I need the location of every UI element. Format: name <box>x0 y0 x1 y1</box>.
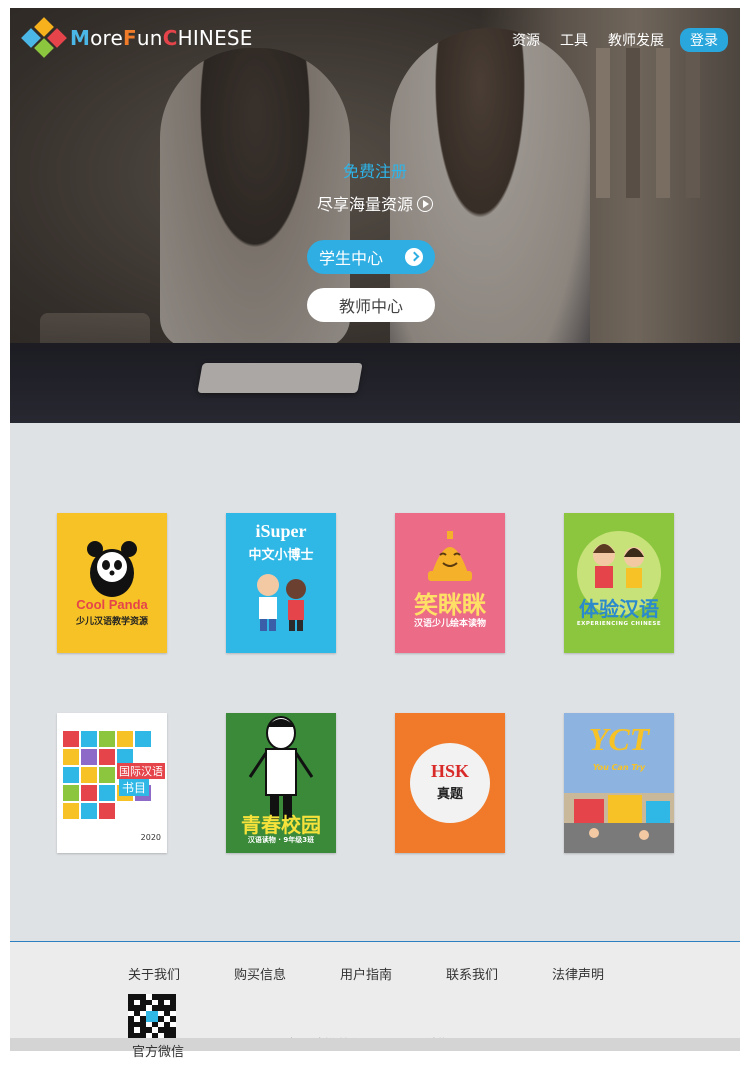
book-cool-panda[interactable]: Cool Panda 少儿汉语教学资源 <box>57 513 167 653</box>
book-isuper[interactable]: iSuper 中文小博士 <box>226 513 336 653</box>
footer-link-guide[interactable]: 用户指南 <box>340 964 392 983</box>
book-subtitle: You Can Try <box>592 763 646 772</box>
play-icon <box>417 196 433 212</box>
kids-illustration-icon <box>577 531 661 615</box>
book-title: 青春校园 <box>241 813 321 837</box>
nav-tools[interactable]: 工具 <box>560 30 588 50</box>
enjoy-resources-label: 尽享海量资源 <box>316 195 413 214</box>
book-subtitle: 真题 <box>436 787 463 802</box>
logo-icon <box>21 17 67 58</box>
panda-icon <box>87 541 137 597</box>
book-xiaomimi[interactable]: 笑眯眯 汉语少儿绘本读物 <box>395 513 505 653</box>
footer: 关于我们 购买信息 用户指南 联系我们 法律声明 本网站推荐使用IE8以上浏览器 <box>10 941 740 1053</box>
nav-teacher-development[interactable]: 教师发展 <box>608 30 664 50</box>
footer-link-legal[interactable]: 法律声明 <box>552 964 604 983</box>
color-blocks-icon <box>63 731 151 819</box>
book-title: 体验汉语 <box>579 597 659 621</box>
nav-resources[interactable]: 资源 <box>512 30 540 50</box>
book-catalog-2020[interactable]: 国际汉语 书目 2020 <box>57 713 167 853</box>
student-center-label: 学生中心 <box>318 249 383 268</box>
book-subtitle: 少儿汉语教学资源 <box>75 617 148 627</box>
book-subtitle: 汉语读物 · 9年级3班 <box>247 836 315 844</box>
wechat-label: 官方微信 <box>132 1045 185 1060</box>
book-title: 国际汉语 <box>117 763 165 779</box>
book-grid: Cool Panda 少儿汉语教学资源 iSuper 中文小博士 笑眯眯 汉语少… <box>10 423 740 941</box>
book-hsk[interactable]: HSK 真题 <box>395 713 505 853</box>
site-logo[interactable]: MoreFunCHINESE <box>21 17 253 58</box>
book-youth-campus[interactable]: 青春校园 汉语读物 · 9年级3班 <box>226 713 336 853</box>
footer-bottom-strip <box>10 1038 740 1051</box>
kids-illustration-icon <box>257 574 306 631</box>
book-subtitle: EXPERIENCING CHINESE <box>576 621 662 627</box>
book-yct[interactable]: YCT You Can Try <box>564 713 674 853</box>
smiling-bell-icon <box>428 531 472 581</box>
wechat-qr-code <box>128 994 176 1038</box>
book-year: 2020 <box>140 833 161 842</box>
book-title: 笑眯眯 <box>414 591 486 619</box>
footer-link-purchase[interactable]: 购买信息 <box>234 964 286 983</box>
footer-link-about[interactable]: 关于我们 <box>128 964 180 983</box>
book-experiencing-chinese[interactable]: 体验汉语 EXPERIENCING CHINESE <box>564 513 674 653</box>
chevron-right-icon <box>405 248 423 266</box>
footer-link-contact[interactable]: 联系我们 <box>446 964 498 983</box>
enjoy-resources-link[interactable]: 尽享海量资源 <box>10 191 740 215</box>
book-title: Cool Panda <box>76 597 148 612</box>
login-button[interactable]: 登录 <box>680 28 728 52</box>
book-title: YCT <box>588 721 650 757</box>
hero-banner: MoreFunCHINESE 资源 工具 教师发展 登录 免费注册 尽享海量资源… <box>10 8 740 423</box>
hero-overlay <box>10 8 740 423</box>
logo-text: MoreFunCHINESE <box>70 26 253 50</box>
book-title: HSK <box>430 761 469 781</box>
free-register-link[interactable]: 免费注册 <box>10 158 740 182</box>
teacher-center-label: 教师中心 <box>338 297 403 316</box>
top-nav: 资源 工具 教师发展 登录 <box>512 28 728 52</box>
book-subtitle: 书目 <box>119 779 149 796</box>
teacher-center-button[interactable]: 教师中心 <box>307 288 435 322</box>
student-center-button[interactable]: 学生中心 <box>307 240 435 274</box>
book-subtitle: 汉语少儿绘本读物 <box>413 619 486 629</box>
